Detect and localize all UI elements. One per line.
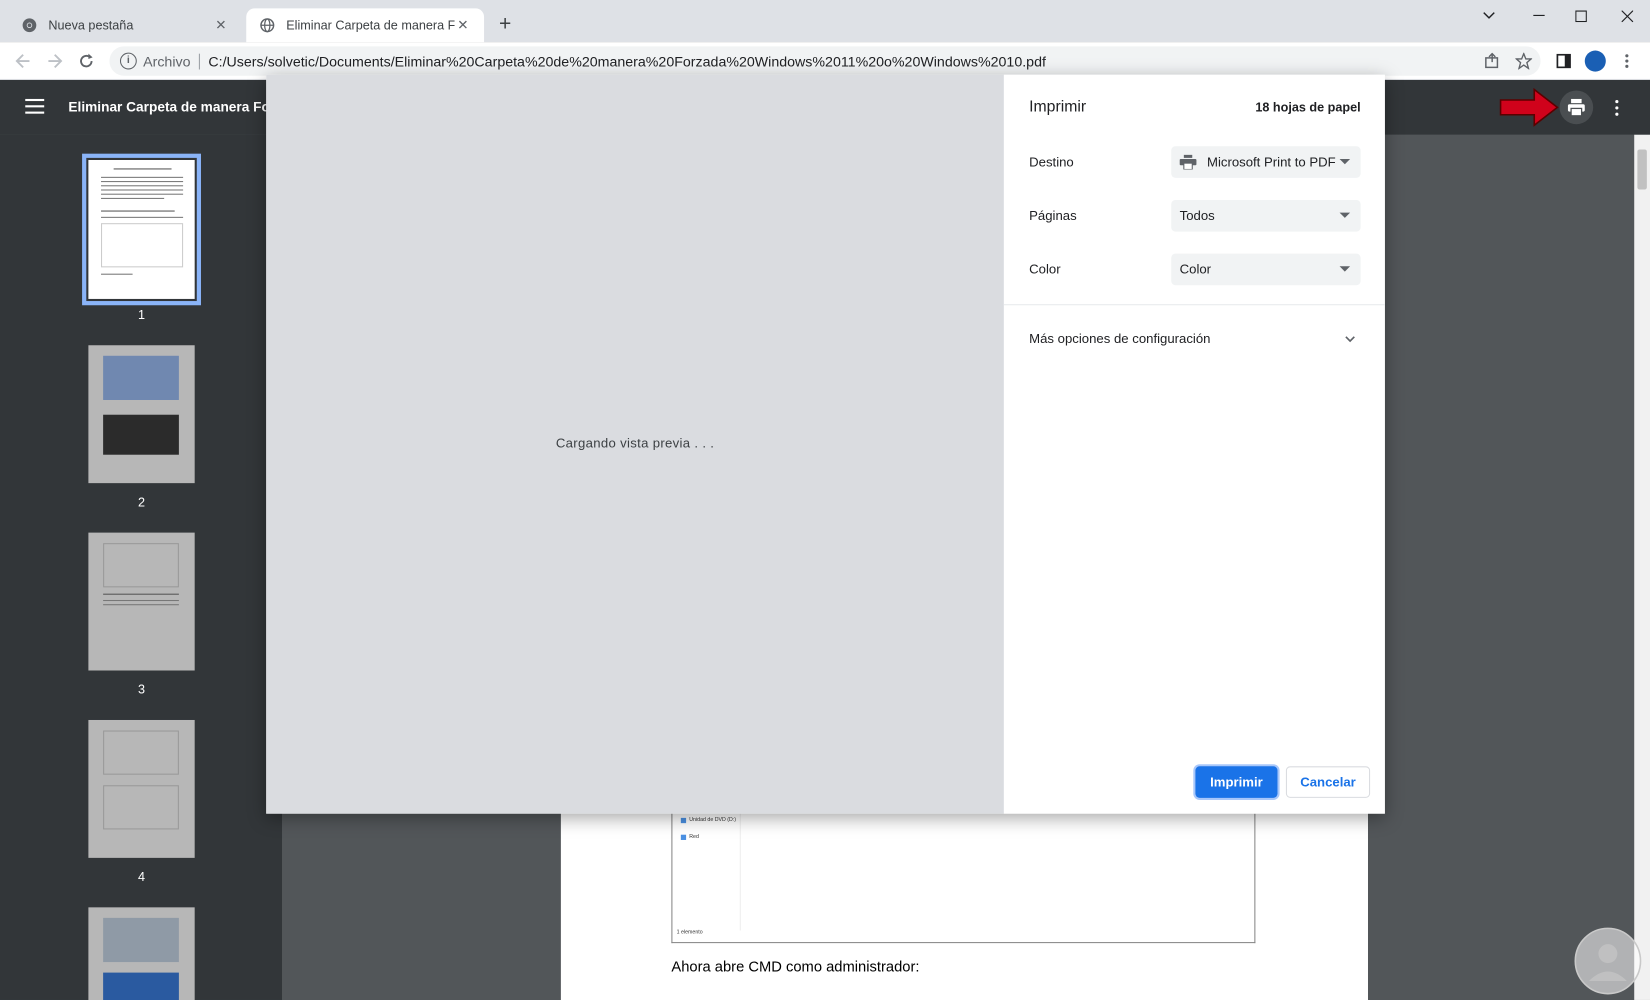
file-explorer-screenshot: Unidad de DVD (D:) Red 1 elemento bbox=[671, 808, 1256, 944]
tab-strip: Nueva pestaña ✕ Eliminar Carpeta de mane… bbox=[0, 0, 1650, 43]
thumbnail-label: 2 bbox=[138, 494, 146, 510]
minimize-icon[interactable] bbox=[1524, 4, 1553, 27]
pages-select[interactable]: Todos bbox=[1171, 199, 1361, 232]
explorer-status: 1 elemento bbox=[676, 929, 703, 936]
thumbnail-label: 1 bbox=[138, 307, 146, 323]
page-paragraph: Ahora abre CMD como administrador: bbox=[671, 957, 920, 975]
chevron-down-icon bbox=[1339, 158, 1351, 165]
thumbnail-label: 3 bbox=[138, 682, 146, 697]
forward-icon[interactable] bbox=[42, 48, 67, 73]
printer-icon bbox=[1179, 154, 1197, 170]
url-scheme-label: Archivo bbox=[143, 53, 200, 69]
pdf-title: Eliminar Carpeta de manera Forz bbox=[68, 98, 269, 115]
print-submit-button[interactable]: Imprimir bbox=[1195, 766, 1278, 798]
watermark-logo-icon bbox=[1574, 927, 1642, 995]
maximize-icon[interactable] bbox=[1566, 4, 1595, 27]
page-thumbnail-3[interactable] bbox=[88, 532, 195, 671]
url-text[interactable]: C:/Users/solvetic/Documents/Eliminar%20C… bbox=[208, 53, 1046, 69]
print-button[interactable] bbox=[1559, 90, 1594, 125]
new-tab-button[interactable]: + bbox=[492, 13, 517, 38]
share-icon[interactable] bbox=[1482, 51, 1503, 72]
more-settings-label: Más opciones de configuración bbox=[1029, 331, 1211, 347]
thumbnail-sidebar: 1 2 3 4 bbox=[0, 134, 283, 1000]
chevron-down-icon bbox=[1339, 266, 1351, 272]
tab-pdf-document[interactable]: Eliminar Carpeta de manera Forz ✕ bbox=[246, 8, 485, 43]
close-tab-icon[interactable]: ✕ bbox=[455, 17, 472, 34]
print-dialog-title: Imprimir bbox=[1029, 97, 1087, 116]
tab-new-tab[interactable]: Nueva pestaña ✕ bbox=[8, 8, 242, 42]
loading-preview-text: Cargando vista previa . . . bbox=[555, 435, 715, 451]
profile-avatar[interactable] bbox=[1584, 50, 1606, 72]
chrome-icon bbox=[21, 17, 38, 34]
address-bar[interactable]: i Archivo C:/Users/solvetic/Documents/El… bbox=[109, 46, 1541, 76]
print-settings-panel: Imprimir 18 hojas de papel Destino Micro… bbox=[1003, 74, 1385, 814]
chevron-down-icon bbox=[1339, 212, 1351, 218]
reload-icon[interactable] bbox=[74, 48, 99, 73]
print-dialog: Cargando vista previa . . . Imprimir 18 … bbox=[266, 74, 1385, 814]
destination-select[interactable]: Microsoft Print to PDF bbox=[1171, 146, 1361, 178]
chrome-menu-icon[interactable] bbox=[1616, 51, 1637, 72]
page-thumbnail-5[interactable] bbox=[88, 907, 195, 1000]
print-icon bbox=[1567, 98, 1585, 117]
scrollbar[interactable] bbox=[1634, 134, 1650, 1000]
destination-label: Destino bbox=[1029, 154, 1074, 170]
pages-label: Páginas bbox=[1029, 208, 1077, 224]
explorer-item: Unidad de DVD (D:) bbox=[689, 816, 737, 824]
back-icon[interactable] bbox=[11, 48, 36, 73]
info-icon[interactable]: i bbox=[119, 52, 137, 70]
print-preview: Cargando vista previa . . . bbox=[266, 74, 1004, 814]
divider bbox=[1003, 304, 1385, 306]
globe-icon bbox=[259, 17, 276, 34]
tab-title: Eliminar Carpeta de manera Forz bbox=[286, 17, 455, 33]
destination-value: Microsoft Print to PDF bbox=[1206, 154, 1336, 170]
pdf-page: Unidad de DVD (D:) Red 1 elemento Ahora … bbox=[560, 808, 1368, 1000]
color-select[interactable]: Color bbox=[1171, 253, 1361, 286]
tab-search-icon[interactable] bbox=[1474, 4, 1503, 27]
page-thumbnail-2[interactable] bbox=[88, 345, 195, 484]
chevron-down-icon bbox=[1345, 336, 1355, 343]
menu-icon[interactable] bbox=[25, 98, 45, 114]
cancel-button[interactable]: Cancelar bbox=[1285, 766, 1371, 798]
thumbnail-label: 4 bbox=[138, 869, 146, 885]
page-thumbnail-1[interactable] bbox=[82, 153, 201, 306]
red-arrow-annotation-icon bbox=[1499, 87, 1559, 127]
tab-title: Nueva pestaña bbox=[48, 17, 134, 33]
color-value: Color bbox=[1179, 262, 1212, 277]
color-label: Color bbox=[1029, 262, 1061, 277]
page-thumbnail-4[interactable] bbox=[88, 719, 195, 858]
star-icon[interactable] bbox=[1513, 51, 1534, 72]
sheet-count: 18 hojas de papel bbox=[1255, 99, 1361, 115]
pages-value: Todos bbox=[1179, 208, 1215, 224]
more-settings-toggle[interactable]: Más opciones de configuración bbox=[1029, 331, 1359, 347]
more-actions-icon[interactable] bbox=[1606, 95, 1627, 120]
close-window-icon[interactable] bbox=[1612, 4, 1641, 27]
explorer-item: Red bbox=[689, 833, 699, 840]
close-tab-icon[interactable]: ✕ bbox=[213, 17, 230, 34]
scrollbar-thumb[interactable] bbox=[1637, 149, 1647, 190]
side-panel-icon[interactable] bbox=[1553, 51, 1574, 72]
